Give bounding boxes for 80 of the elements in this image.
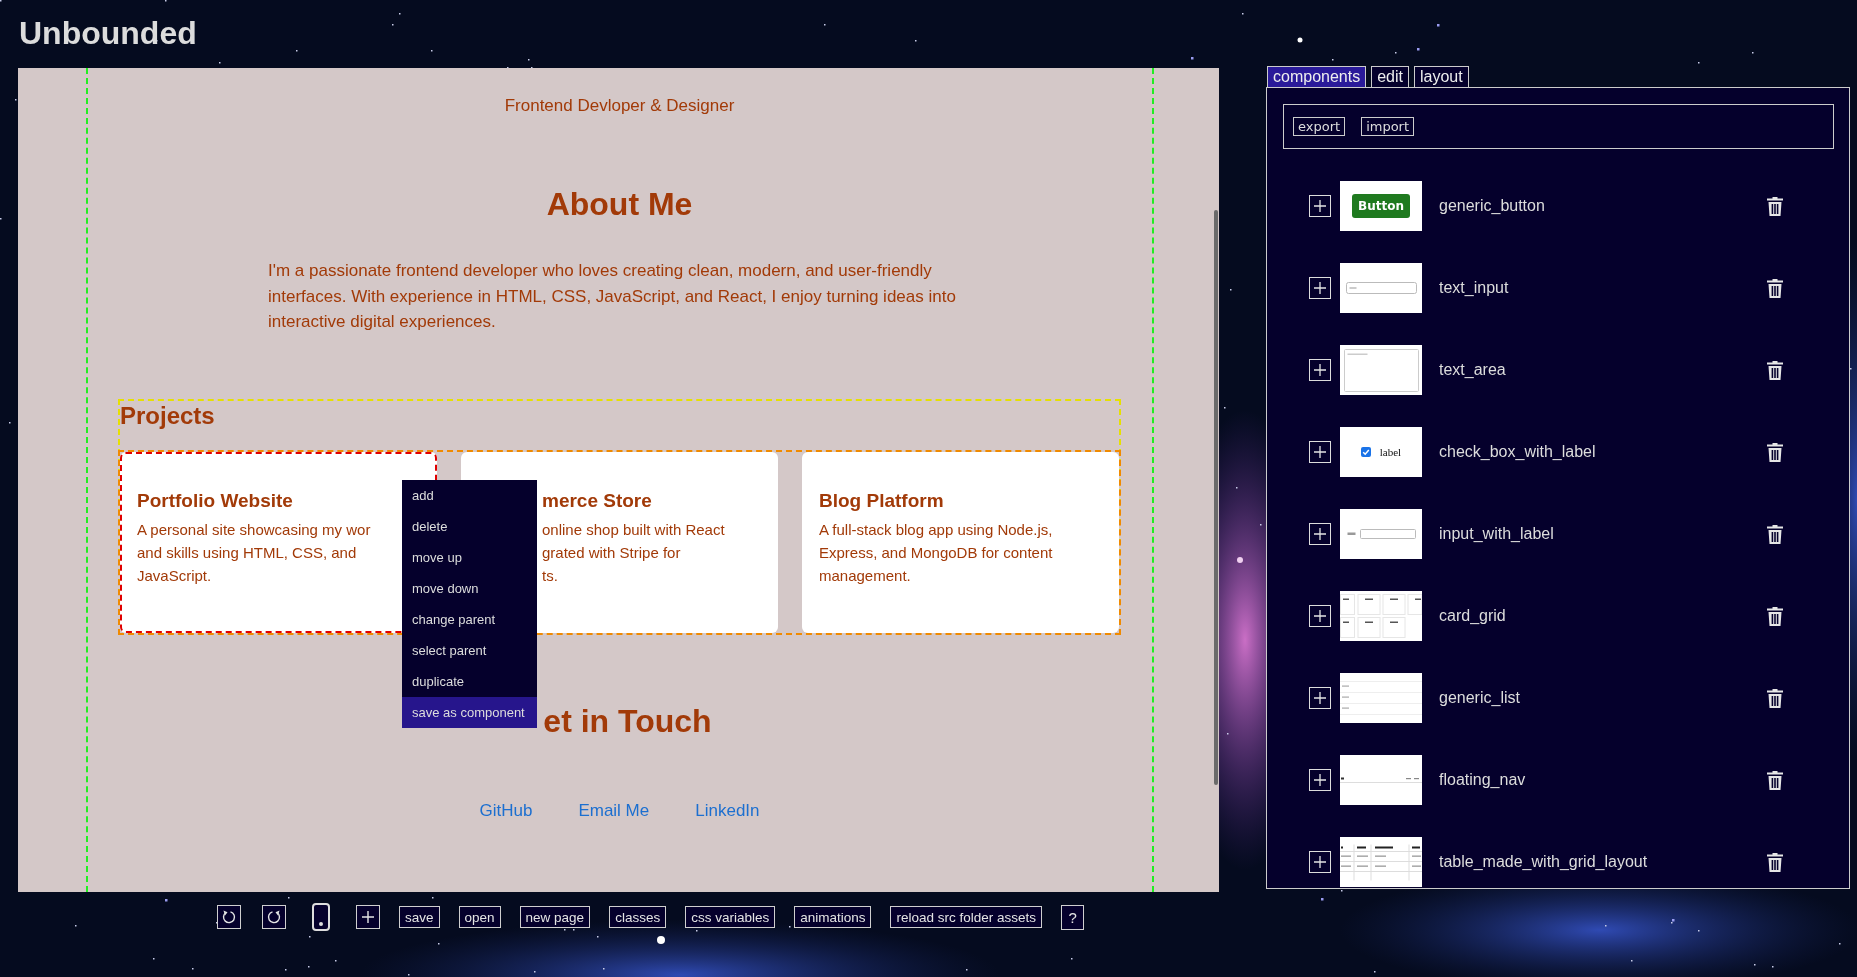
toolbar-button[interactable]: ?	[1061, 904, 1085, 930]
menu-item[interactable]: change parent	[402, 604, 537, 635]
plus-icon	[1314, 610, 1326, 622]
toolbar-button[interactable]: open	[458, 906, 501, 928]
add-button[interactable]	[1309, 605, 1331, 627]
menu-item[interactable]: add	[402, 480, 537, 511]
section-heading: et in Touch	[543, 701, 712, 741]
plus-icon	[1314, 446, 1326, 458]
add-button[interactable]	[1309, 523, 1331, 545]
menu-item[interactable]: move up	[402, 542, 537, 573]
component-name: text_area	[1439, 361, 1507, 379]
menu-item[interactable]: move down	[402, 573, 537, 604]
plus-icon	[1314, 528, 1326, 540]
undo-icon	[221, 909, 237, 925]
preview-label: label	[1379, 446, 1402, 458]
component-name: generic_button	[1439, 197, 1546, 215]
menu-item[interactable]: save as component	[402, 697, 537, 728]
add-button[interactable]	[1309, 359, 1331, 381]
toolbar-button[interactable]: save	[399, 906, 440, 928]
component-name: check_box_with_label	[1439, 443, 1597, 461]
trash-icon[interactable]	[1767, 196, 1783, 216]
add-button[interactable]	[1309, 851, 1331, 873]
add-button[interactable]	[1309, 277, 1331, 299]
tab[interactable]: layout	[1413, 66, 1469, 87]
add-button[interactable]	[1309, 769, 1331, 791]
trash-icon[interactable]	[1767, 770, 1783, 790]
labeled-input-preview-drawing	[1346, 529, 1416, 539]
scrollbar[interactable]	[1214, 210, 1218, 785]
trash-icon[interactable]	[1767, 606, 1783, 626]
redo-button[interactable]	[262, 905, 286, 929]
component-name: input_with_label	[1439, 525, 1555, 543]
tab[interactable]: edit	[1371, 66, 1409, 87]
action-button[interactable]: import	[1361, 117, 1415, 136]
plus-icon	[1314, 282, 1326, 294]
trash-icon[interactable]	[1767, 688, 1783, 708]
component-name: table_made_with_grid_layout	[1439, 853, 1649, 871]
plus-icon	[362, 911, 374, 923]
plus-icon	[1314, 774, 1326, 786]
trash-icon[interactable]	[1767, 278, 1783, 298]
trash-icon[interactable]	[1767, 442, 1783, 462]
card-title: Blog Platform	[819, 488, 945, 513]
redo-icon	[266, 909, 282, 925]
card-title: merce Store	[542, 488, 653, 513]
component-name: text_input	[1439, 279, 1510, 297]
menu-item[interactable]: delete	[402, 511, 537, 542]
subtitle: Frontend Devloper & Designer	[503, 95, 736, 117]
about-paragraph: I'm a passionate frontend developer who loves creating clean, modern, and user-friendly interfaces. With experience in HTML, CSS, JavaScript, and React, I enjoy turning ideas into interactive digital experiences.	[268, 260, 957, 333]
toolbar-button[interactable]: animations	[794, 906, 872, 928]
plus-icon	[1314, 364, 1326, 376]
card-text: A full-stack blog app using Node.js, Express, and MongoDB for content management.	[819, 519, 1053, 586]
component-name: generic_list	[1439, 689, 1521, 707]
section-heading: About Me	[545, 185, 694, 224]
toolbar-button[interactable]: new page	[519, 906, 591, 928]
toolbar-button[interactable]: css variables	[685, 906, 776, 928]
card-text: A personal site showcasing my wor and skills using HTML, CSS, and JavaScript.	[137, 519, 371, 586]
action-button[interactable]: export	[1293, 117, 1346, 136]
add-button[interactable]	[356, 905, 380, 929]
add-button[interactable]	[1309, 687, 1331, 709]
add-button[interactable]	[1309, 195, 1331, 217]
section-heading: Projects	[120, 400, 216, 431]
toolbar-button[interactable]: reload src folder assets	[890, 906, 1043, 928]
menu-item[interactable]: duplicate	[402, 666, 537, 697]
card-text: online shop built with React grated with Stripe for ts.	[542, 519, 725, 586]
trash-icon[interactable]	[1767, 524, 1783, 544]
tab[interactable]: components	[1267, 66, 1367, 87]
add-button[interactable]	[1309, 441, 1331, 463]
checkbox-icon	[1360, 447, 1371, 457]
trash-icon[interactable]	[1767, 360, 1783, 380]
undo-button[interactable]	[217, 905, 241, 929]
input-preview-drawing	[1345, 282, 1417, 294]
plus-icon	[1314, 200, 1326, 212]
trash-icon[interactable]	[1767, 852, 1783, 872]
plus-icon	[1314, 692, 1326, 704]
component-name: floating_nav	[1439, 771, 1527, 789]
menu-item[interactable]: select parent	[402, 635, 537, 666]
toolbar-button[interactable]: classes	[609, 906, 667, 928]
component-name: card_grid	[1439, 607, 1507, 625]
plus-icon	[1314, 856, 1326, 868]
app-title: Unbounded	[18, 14, 198, 53]
phone-view-button[interactable]	[312, 903, 330, 931]
